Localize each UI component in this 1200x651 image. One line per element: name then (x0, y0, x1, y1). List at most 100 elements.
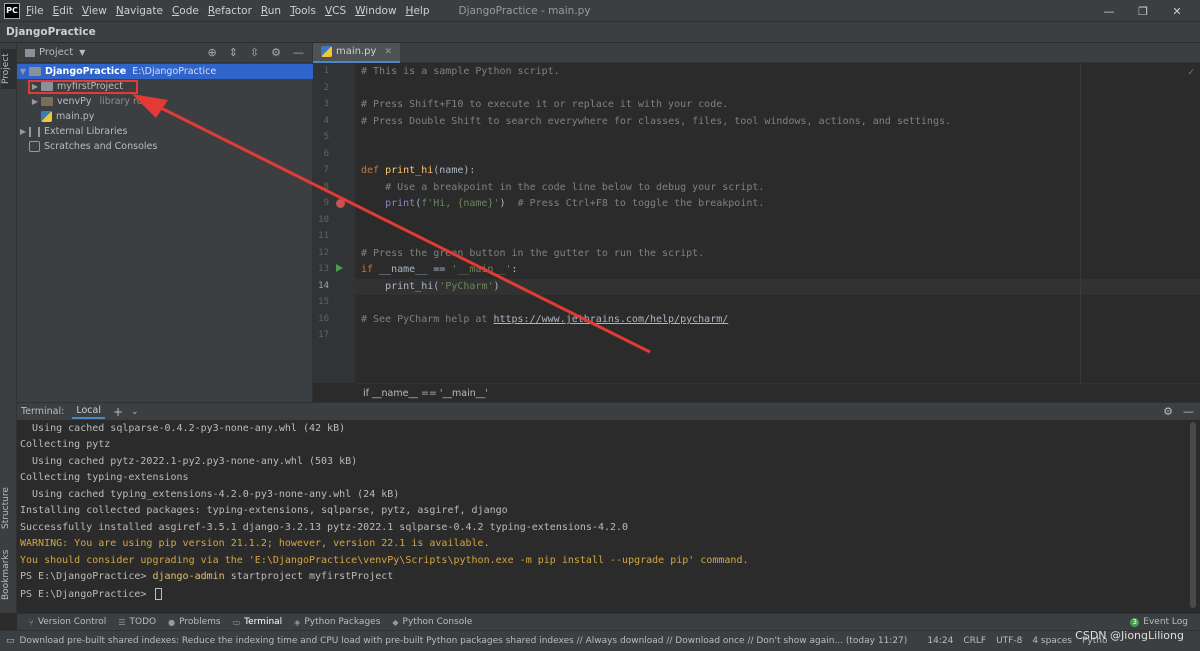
code-string: '__main__' (451, 264, 512, 275)
line-number: 11 (318, 231, 329, 241)
terminal-warning-line: WARNING: You are using pip version 21.1.… (20, 538, 490, 549)
tool-todo[interactable]: ☰ TODO (118, 617, 156, 627)
menu-navigate[interactable]: Navigate (116, 5, 163, 17)
tool-python-console[interactable]: ◆ Python Console (392, 617, 472, 627)
chevron-right-icon[interactable]: ▶ (29, 97, 41, 106)
hide-icon[interactable]: — (293, 46, 304, 59)
file-encoding[interactable]: UTF-8 (996, 636, 1022, 646)
menu-navigate-mnemonic: N (115, 4, 124, 17)
tab-bookmarks-tool[interactable]: Bookmarks (1, 545, 16, 605)
menu-tools-label: ools (294, 4, 316, 17)
hide-icon[interactable]: — (1183, 405, 1194, 418)
python-file-icon (41, 111, 52, 122)
menu-run-mnemonic: R (260, 4, 268, 17)
tab-local[interactable]: Local (72, 404, 105, 419)
code-breadcrumb-label: if __name__ == '__main__' (363, 387, 488, 399)
code-line-14: print_hi('PyCharm') (361, 281, 499, 292)
tool-event-log[interactable]: 3 Event Log (1130, 617, 1188, 627)
menu-navigate-label: avigate (123, 4, 163, 17)
menu-view[interactable]: View (82, 5, 107, 17)
menu-code-label: ode (179, 4, 199, 17)
menu-help[interactable]: Help (406, 5, 430, 17)
menu-tools[interactable]: Tools (290, 5, 316, 17)
close-icon[interactable]: ✕ (384, 47, 392, 57)
chevron-down-icon[interactable]: ⌄ (131, 407, 139, 417)
locate-icon[interactable]: ⊕ (207, 46, 216, 59)
menu-edit[interactable]: Edit (53, 5, 73, 17)
tab-main-py[interactable]: main.py ✕ (313, 42, 400, 63)
tool-python-packages[interactable]: ◈ Python Packages (294, 617, 380, 627)
chevron-down-icon[interactable]: ▼ (17, 67, 29, 76)
folder-icon (41, 97, 53, 106)
code-comment: # See PyCharm help at (361, 314, 494, 325)
menu-file-label: ile (31, 4, 44, 17)
caret-position[interactable]: 14:24 (927, 636, 953, 646)
tool-terminal[interactable]: ▭ Terminal (233, 617, 283, 627)
tab-label: main.py (336, 46, 377, 57)
gear-icon[interactable]: ⚙ (271, 46, 281, 59)
menu-code[interactable]: Code (172, 5, 199, 17)
code-editor[interactable]: # This is a sample Python script. # Pres… (355, 63, 1200, 383)
tool-problems[interactable]: ● Problems (168, 617, 220, 627)
add-icon[interactable]: + (113, 405, 123, 419)
project-panel-header: Project ▼ ⊕ ⇕ ⇳ ⚙ — (17, 43, 312, 63)
editor-tabs: main.py ✕ (313, 42, 1200, 63)
chevron-down-icon[interactable]: ▼ (79, 48, 85, 57)
tool-label: Version Control (37, 617, 107, 627)
line-number: 4 (323, 116, 329, 126)
collapse-all-icon[interactable]: ⇳ (250, 46, 259, 59)
line-number: 6 (323, 149, 329, 159)
notification-icon[interactable]: ▭ (6, 636, 15, 646)
code-keyword: if (361, 264, 380, 275)
tree-item-main-py[interactable]: main.py (17, 109, 313, 124)
tree-item-external-libraries[interactable]: ▶ External Libraries (17, 124, 313, 139)
gear-icon[interactable]: ⚙ (1163, 405, 1173, 418)
run-gutter-icon[interactable] (336, 264, 343, 272)
tab-project-tool[interactable]: Project (1, 49, 16, 89)
code-text: (name): (433, 165, 476, 176)
code-string: f'Hi, {name}' (421, 198, 500, 209)
project-breadcrumb[interactable]: DjangoPractice (6, 26, 96, 38)
line-number: 9 (323, 198, 329, 208)
terminal-prompt: PS E:\DjangoPractice> (20, 571, 153, 582)
menu-run[interactable]: Run (261, 5, 281, 17)
line-separator[interactable]: CRLF (963, 636, 986, 646)
tool-label: Problems (179, 617, 221, 627)
code-line-13: if __name__ == '__main__': (361, 264, 518, 275)
expand-all-icon[interactable]: ⇕ (229, 46, 238, 59)
tree-item-djangopractice[interactable]: ▼ DjangoPractice E:\DjangoPractice (17, 64, 313, 79)
tree-item-scratches[interactable]: Scratches and Consoles (17, 139, 313, 154)
menu-vcs[interactable]: VCS (325, 5, 346, 17)
terminal-output[interactable]: Using cached sqlparse-0.4.2-py3-none-any… (17, 420, 1200, 613)
chevron-right-icon[interactable]: ▶ (17, 127, 29, 136)
breakpoint-icon[interactable] (336, 199, 345, 208)
indent-setting[interactable]: 4 spaces (1032, 636, 1072, 646)
help-link[interactable]: https://www.jetbrains.com/help/pycharm/ (493, 314, 728, 325)
menu-refactor[interactable]: Refactor (208, 5, 252, 17)
terminal-scrollbar[interactable] (1190, 422, 1196, 608)
code-text: print_hi( (361, 281, 440, 292)
project-view-selector[interactable]: Project (39, 47, 73, 58)
code-comment: # Press Ctrl+F8 to toggle the breakpoint… (517, 198, 765, 209)
tree-item-venvpy[interactable]: ▶ venvPy library root (17, 94, 313, 109)
tree-item-label: Scratches and Consoles (44, 141, 158, 152)
editor-gutter[interactable]: 1 2 3 4 5 6 7 8 9 10 11 12 13 14 15 16 1… (313, 63, 355, 383)
terminal-header: Terminal: Local + ⌄ ⚙ — (17, 402, 1200, 420)
tab-structure-tool[interactable]: Structure (1, 481, 16, 536)
project-panel-tools: ⊕ ⇕ ⇳ ⚙ — (207, 46, 304, 59)
terminal-prompt: PS E:\DjangoPractice> (20, 589, 153, 600)
menu-window-mnemonic: W (355, 4, 366, 17)
close-icon[interactable]: ✕ (1160, 5, 1194, 18)
restore-icon[interactable]: ❐ (1126, 5, 1160, 18)
line-number: 10 (318, 215, 329, 225)
menu-file[interactable]: File (26, 5, 44, 17)
code-breadcrumb[interactable]: if __name__ == '__main__' (355, 383, 1200, 402)
menu-window[interactable]: Window (355, 5, 396, 17)
status-message[interactable]: Download pre-built shared indexes: Reduc… (20, 636, 908, 646)
problems-icon: ● (168, 617, 176, 627)
pycharm-logo-icon: PC (4, 2, 20, 19)
inspection-ok-icon[interactable]: ✓ (1188, 67, 1194, 78)
tool-version-control[interactable]: ⑂ Version Control (29, 617, 106, 627)
navigation-bar: DjangoPractice (0, 22, 1200, 43)
minimize-icon[interactable]: — (1092, 5, 1126, 18)
